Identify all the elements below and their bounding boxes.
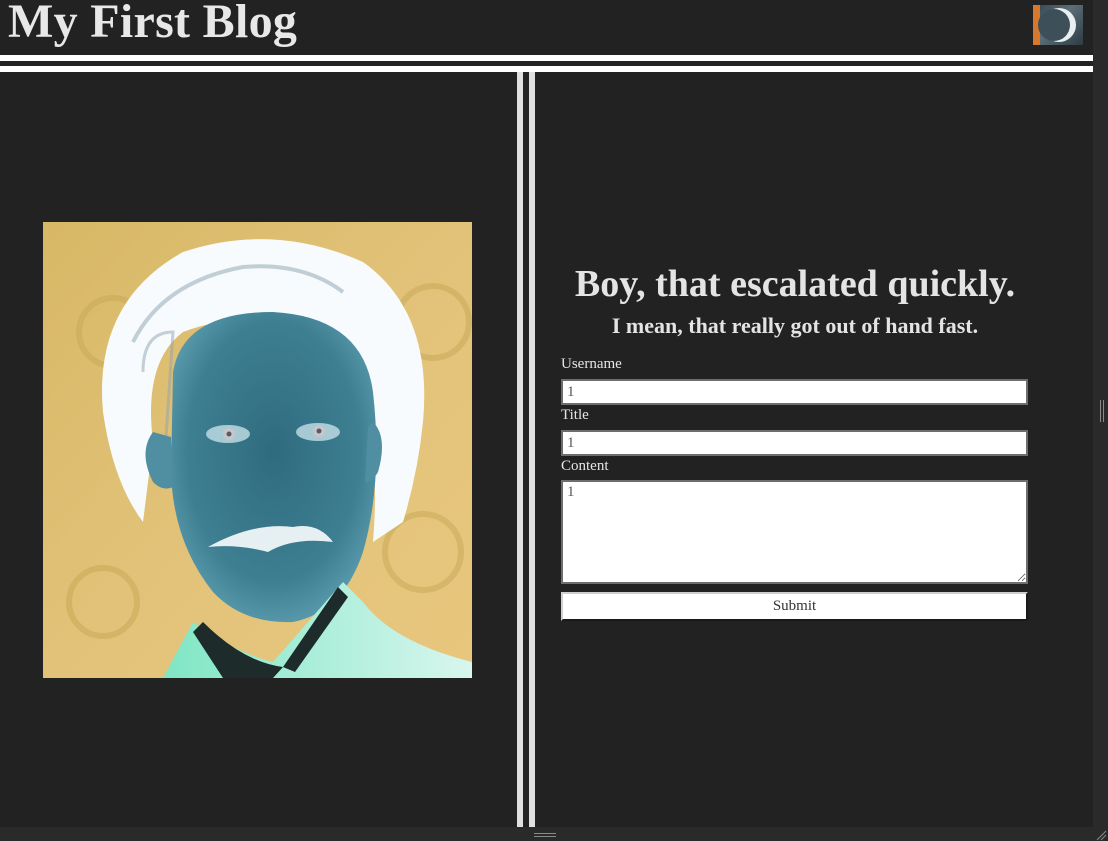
column-divider-left [517,72,523,827]
horizontal-scroll-grip-icon[interactable] [534,833,556,837]
title-label: Title [561,407,589,423]
resize-corner-icon[interactable] [1093,827,1108,841]
post-form-pane: Boy, that escalated quickly. I mean, tha… [535,72,1093,827]
header-rule-top [0,55,1093,61]
title-input[interactable] [561,430,1028,456]
left-pane [0,72,517,827]
site-header: My First Blog [0,0,1093,54]
content-textarea[interactable]: 1 [561,480,1028,584]
moon-logo-icon[interactable] [1033,5,1083,45]
portrait-image [43,222,472,678]
submit-button[interactable]: Submit [561,592,1028,621]
site-title: My First Blog [8,0,298,48]
vertical-scroll-grip-icon[interactable] [1100,400,1104,422]
content-label: Content [561,458,609,474]
form-subheading: I mean, that really got out of hand fast… [611,313,979,338]
username-label: Username [561,356,622,372]
username-input[interactable] [561,379,1028,405]
form-heading: Boy, that escalated quickly. [574,263,1016,305]
